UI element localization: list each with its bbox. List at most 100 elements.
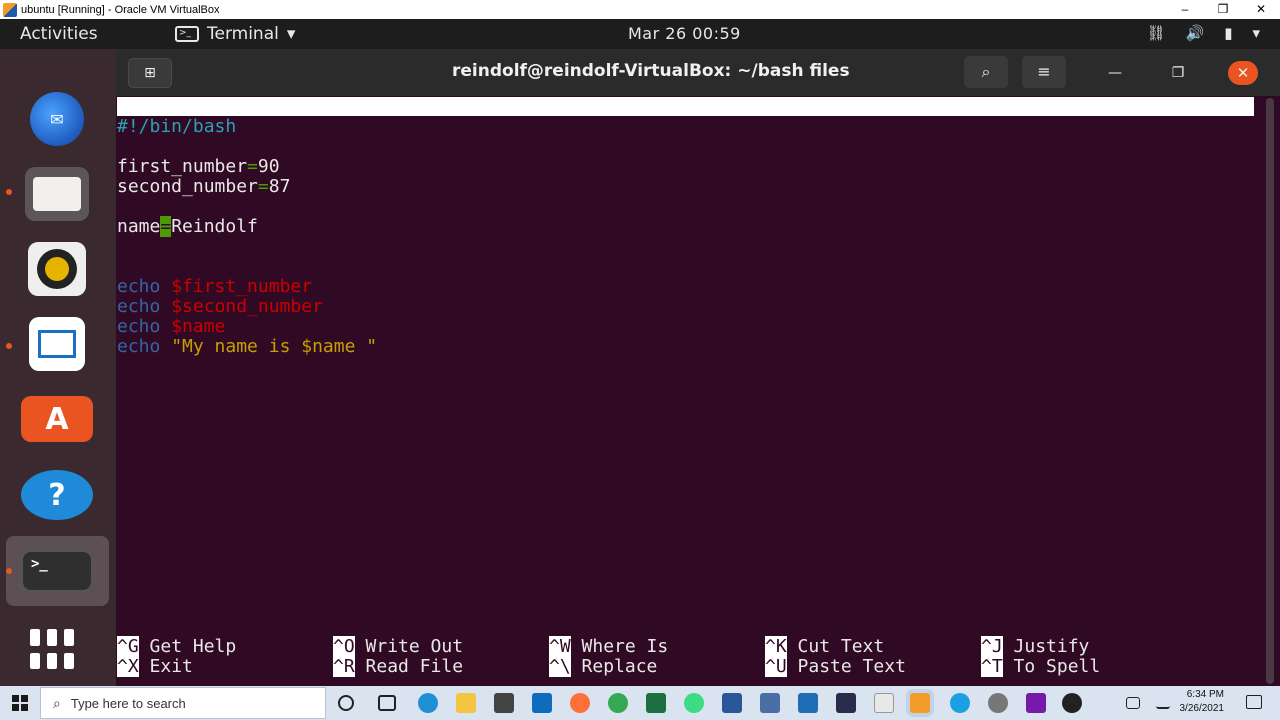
obs-icon[interactable] — [1062, 693, 1082, 713]
notepad-icon[interactable] — [874, 693, 894, 713]
network-icon[interactable] — [1156, 697, 1170, 709]
help-icon: ? — [21, 470, 93, 520]
virtualbox-titlebar: ubuntu [Running] - Oracle VM VirtualBox … — [0, 0, 1280, 19]
windows-taskbar: ⌕ Type here to search 6:34 PM 3/26/2021 — [0, 686, 1280, 720]
speaker-icon — [28, 242, 86, 296]
maximize-button[interactable]: ❐ — [1164, 62, 1192, 84]
app-icon[interactable] — [836, 693, 856, 713]
chevron-down-icon: ▾ — [286, 24, 296, 44]
dock: ✉ A ? >_ — [0, 49, 116, 686]
virtualbox-running-icon[interactable] — [910, 693, 930, 713]
sync-icon[interactable] — [950, 693, 970, 713]
onenote-icon[interactable] — [1026, 693, 1046, 713]
shortcut-replace[interactable]: ^\ Replace — [549, 656, 657, 677]
cortana-icon[interactable] — [338, 695, 354, 711]
shortcut-justify[interactable]: ^J Justify — [981, 636, 1089, 657]
code-line-shebang: #!/bin/bash — [117, 116, 237, 137]
file-explorer-icon[interactable] — [456, 693, 476, 713]
word-icon[interactable] — [722, 693, 742, 713]
windows-start-icon[interactable] — [12, 695, 28, 711]
chevron-up-icon[interactable] — [1100, 697, 1112, 709]
taskbar-search-box[interactable]: ⌕ Type here to search — [40, 687, 326, 719]
dock-thunderbird[interactable]: ✉ — [20, 89, 94, 149]
text-cursor: = — [160, 216, 172, 237]
dock-terminal[interactable]: >_ — [20, 541, 94, 601]
dock-rhythmbox[interactable] — [20, 239, 94, 299]
terminal-icon: >_ — [175, 26, 199, 42]
code-line-second-number: second_number=87 — [117, 176, 291, 197]
code-line-echo-3: echo $name — [117, 316, 226, 337]
running-indicator — [6, 189, 12, 195]
excel-icon[interactable] — [646, 693, 666, 713]
close-button[interactable]: ✕ — [1242, 0, 1280, 19]
settings-app-icon[interactable] — [988, 693, 1008, 713]
battery-icon: ▮ — [1224, 24, 1233, 42]
show-applications-icon[interactable] — [30, 629, 84, 669]
dock-software[interactable]: A — [20, 389, 94, 449]
mail-icon[interactable] — [532, 693, 552, 713]
dock-files[interactable] — [20, 164, 94, 224]
android-studio-icon[interactable] — [684, 693, 704, 713]
minimize-button[interactable]: — — [1101, 62, 1129, 84]
shopping-bag-icon: A — [21, 396, 93, 442]
ubuntu-top-bar: Activities >_ Terminal ▾ Mar 26 00:59 ⛓ … — [0, 19, 1280, 49]
shortcut-where-is[interactable]: ^W Where Is — [549, 636, 668, 657]
taskbar-clock[interactable]: 6:34 PM 3/26/2021 — [1180, 688, 1225, 716]
menu-button[interactable]: ≡ — [1022, 56, 1066, 88]
volume-icon: 🔊 — [1185, 24, 1205, 42]
shortcut-get-help[interactable]: ^G Get Help — [117, 636, 236, 657]
window-title: ubuntu [Running] - Oracle VM VirtualBox — [21, 3, 220, 16]
document-icon — [29, 317, 85, 371]
scrollbar[interactable] — [1266, 98, 1274, 684]
app-menu-label: Terminal — [207, 24, 279, 44]
photos-icon[interactable] — [798, 693, 818, 713]
app-menu[interactable]: >_ Terminal ▾ — [175, 24, 295, 44]
search-icon: ⌕ — [53, 694, 61, 711]
battery-icon[interactable] — [1126, 697, 1140, 709]
dock-writer[interactable] — [20, 314, 94, 374]
chevron-down-icon: ▾ — [1252, 24, 1260, 42]
activities-button[interactable]: Activities — [20, 24, 98, 44]
terminal-headerbar: ⊞ reindolf@reindolf-VirtualBox: ~/bash f… — [116, 49, 1280, 96]
network-icon: ⛓ — [1146, 24, 1166, 42]
running-indicator — [6, 568, 12, 574]
close-button[interactable]: ✕ — [1228, 61, 1258, 85]
search-placeholder: Type here to search — [70, 695, 186, 711]
running-indicator — [6, 343, 12, 349]
nano-filename: variables.sh — [622, 134, 753, 155]
maximize-button[interactable]: ❐ — [1204, 0, 1242, 19]
code-line-echo-2: echo $second_number — [117, 296, 323, 317]
shortcut-read-file[interactable]: ^R Read File — [333, 656, 463, 677]
system-menu[interactable]: ⛓ 🔊 ▮ ▾ — [1146, 24, 1260, 42]
taskbar-time: 6:34 PM — [1186, 689, 1224, 700]
task-view-icon[interactable] — [378, 695, 396, 711]
virtualbox-icon — [3, 2, 17, 17]
code-line-echo-1: echo $first_number — [117, 276, 313, 297]
shortcut-write-out[interactable]: ^O Write Out — [333, 636, 463, 657]
store-icon[interactable] — [494, 693, 514, 713]
code-line-name: name=Reindolf — [117, 216, 258, 237]
taskbar-date: 3/26/2021 — [1179, 703, 1225, 714]
notification-icon[interactable] — [1246, 695, 1262, 709]
virtualbox-icon[interactable] — [760, 693, 780, 713]
shortcut-cut-text[interactable]: ^K Cut Text — [765, 636, 884, 657]
clock[interactable]: Mar 26 00:59 — [628, 24, 741, 43]
shortcut-paste-text[interactable]: ^U Paste Text — [765, 656, 906, 677]
dock-help[interactable]: ? — [20, 465, 94, 525]
terminal-icon: >_ — [21, 550, 93, 592]
minimize-button[interactable]: – — [1166, 0, 1204, 19]
code-line-first-number: first_number=90 — [117, 156, 280, 177]
code-line-echo-4: echo "My name is $name " — [117, 336, 378, 357]
terminal-title: reindolf@reindolf-VirtualBox: ~/bash fil… — [452, 61, 850, 81]
folder-icon — [25, 167, 89, 221]
chrome-icon[interactable] — [608, 693, 628, 713]
thunderbird-icon: ✉ — [30, 92, 84, 146]
new-tab-button[interactable]: ⊞ — [128, 58, 172, 88]
edge-icon[interactable] — [418, 693, 438, 713]
shortcut-exit[interactable]: ^X Exit — [117, 656, 193, 677]
firefox-icon[interactable] — [570, 693, 590, 713]
nano-title-bar: GNU nano 4.8 variables.sh — [117, 97, 1254, 154]
search-button[interactable]: ⌕ — [964, 56, 1008, 88]
shortcut-to-spell[interactable]: ^T To Spell — [981, 656, 1100, 677]
terminal-content[interactable]: GNU nano 4.8 variables.sh #!/bin/bash fi… — [116, 96, 1280, 686]
